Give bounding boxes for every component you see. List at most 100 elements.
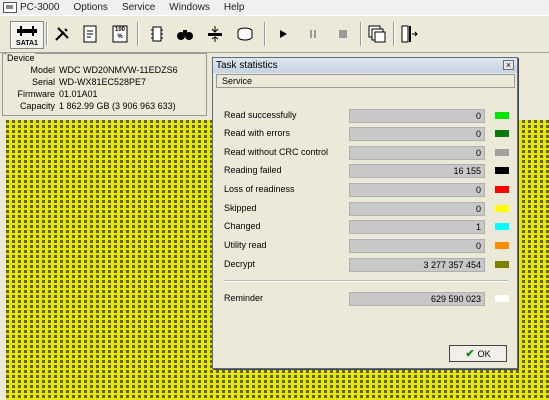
stat-row: Utility read 0 xyxy=(224,239,514,253)
pause-icon xyxy=(310,30,316,38)
stat-row: Reading failed 16 155 xyxy=(224,164,514,178)
stat-color-swatch xyxy=(495,149,509,156)
stat-value: 0 xyxy=(349,146,485,160)
stat-label: Utility read xyxy=(224,240,267,250)
toolbar-separator xyxy=(264,22,266,46)
device-field-value: WD-WX81EC528PE7 xyxy=(59,77,147,87)
stat-label: Reading failed xyxy=(224,165,282,175)
statistics-panel: Read successfully 0 Read with errors 0 R… xyxy=(215,94,517,349)
stat-label: Loss of readiness xyxy=(224,184,295,194)
stat-row: Loss of readiness 0 xyxy=(224,183,514,197)
stat-label: Read successfully xyxy=(224,110,297,120)
device-capacity-row: Capacity 1 862.99 GB (3 906 963 633) xyxy=(3,101,208,113)
device-field-label: Model xyxy=(30,65,55,75)
sata-connector-icon xyxy=(17,26,37,36)
stat-row: Decrypt 3 277 357 454 xyxy=(224,258,514,272)
toolbar: SATA1 100 % xyxy=(0,15,549,53)
stat-value: 3 277 357 454 xyxy=(349,258,485,272)
device-firmware-row: Firmware 01.01A01 xyxy=(3,89,208,101)
stat-value: 0 xyxy=(349,109,485,123)
exit-door-icon xyxy=(401,25,418,43)
stat-value: 0 xyxy=(349,202,485,216)
stat-color-swatch xyxy=(495,167,509,174)
stat-label: Read without CRC control xyxy=(224,147,329,157)
device-field-label: Capacity xyxy=(19,101,55,111)
close-button[interactable]: × xyxy=(503,60,514,70)
document-button[interactable] xyxy=(80,21,100,47)
device-field-label: Firmware xyxy=(17,89,56,99)
disk-icon xyxy=(237,27,253,41)
toolbar-separator xyxy=(393,22,395,46)
divider xyxy=(224,280,508,282)
menu-windows[interactable]: Windows xyxy=(169,2,210,13)
toolbar-separator xyxy=(360,22,362,46)
dialog-title: Task statistics xyxy=(216,60,278,71)
reminder-label: Reminder xyxy=(224,293,264,303)
exit-button[interactable] xyxy=(399,21,419,47)
stat-value: 0 xyxy=(349,239,485,253)
stat-color-swatch xyxy=(495,186,509,193)
menu-service[interactable]: Service xyxy=(122,2,155,13)
percent-button[interactable]: 100 % xyxy=(110,21,130,47)
app-logo-icon xyxy=(3,2,17,13)
stat-label: Decrypt xyxy=(224,259,256,269)
menu-help[interactable]: Help xyxy=(224,2,245,13)
percent-label: 100 % xyxy=(114,27,125,40)
device-field-label: Serial xyxy=(31,77,55,87)
pause-button[interactable] xyxy=(303,21,323,47)
tab-service[interactable]: Service xyxy=(216,74,515,88)
device-legend: Device xyxy=(7,53,35,63)
stat-color-swatch xyxy=(495,242,509,249)
stat-row: Read with errors 0 xyxy=(224,127,514,141)
stat-value: 1 xyxy=(349,220,485,234)
menu-options[interactable]: Options xyxy=(73,2,107,13)
settings-chip-icon xyxy=(151,26,163,42)
stop-icon xyxy=(339,30,347,38)
ok-label: OK xyxy=(477,348,491,359)
menu-app-title[interactable]: PC-3000 xyxy=(20,2,59,13)
stat-label: Changed xyxy=(224,221,261,231)
stat-value: 0 xyxy=(349,127,485,141)
play-icon xyxy=(280,30,287,38)
ok-button[interactable]: ✔ OK xyxy=(449,345,507,362)
stat-row: Read without CRC control 0 xyxy=(224,146,514,160)
toolbar-separator xyxy=(137,22,139,46)
device-field-value: 01.01A01 xyxy=(59,89,98,99)
tools-button[interactable] xyxy=(52,21,72,47)
toolbar-separator xyxy=(46,22,48,46)
stat-row: Skipped 0 xyxy=(224,202,514,216)
stat-color-swatch xyxy=(495,223,509,230)
transfer-icon xyxy=(208,26,222,42)
task-statistics-dialog: Task statistics × Service Read successfu… xyxy=(212,57,518,369)
play-button[interactable] xyxy=(273,21,293,47)
reminder-color-swatch xyxy=(495,295,509,302)
stat-label: Read with errors xyxy=(224,128,291,138)
stat-color-swatch xyxy=(495,205,509,212)
device-info-panel: Device Model WDC WD20NMVW-11EDZS6 Serial… xyxy=(2,53,207,116)
reminder-value: 629 590 023 xyxy=(349,292,485,306)
device-field-value: WDC WD20NMVW-11EDZS6 xyxy=(59,65,178,75)
device-serial-row: Serial WD-WX81EC528PE7 xyxy=(3,77,208,89)
transfer-button[interactable] xyxy=(205,21,225,47)
stat-label: Skipped xyxy=(224,203,257,213)
tools-icon xyxy=(55,27,69,41)
disk-button[interactable] xyxy=(235,21,255,47)
search-button[interactable] xyxy=(175,21,195,47)
stat-value: 0 xyxy=(349,183,485,197)
stat-row: Changed 1 xyxy=(224,220,514,234)
stop-button[interactable] xyxy=(333,21,353,47)
windows-button[interactable] xyxy=(367,21,387,47)
reminder-row: Reminder 629 590 023 xyxy=(224,292,514,306)
stat-row: Read successfully 0 xyxy=(224,109,514,123)
stat-value: 16 155 xyxy=(349,164,485,178)
dialog-title-bar[interactable]: Task statistics × xyxy=(213,58,517,73)
settings-button[interactable] xyxy=(147,21,167,47)
device-field-value: 1 862.99 GB (3 906 963 633) xyxy=(59,101,176,111)
checkmark-icon: ✔ xyxy=(465,348,475,360)
sata-label: SATA1 xyxy=(16,40,38,47)
document-icon xyxy=(83,25,97,43)
stat-color-swatch xyxy=(495,112,509,119)
sata-port-button[interactable]: SATA1 xyxy=(10,21,44,49)
binoculars-icon xyxy=(177,30,193,40)
menu-bar: PC-3000 Options Service Windows Help xyxy=(0,0,549,15)
